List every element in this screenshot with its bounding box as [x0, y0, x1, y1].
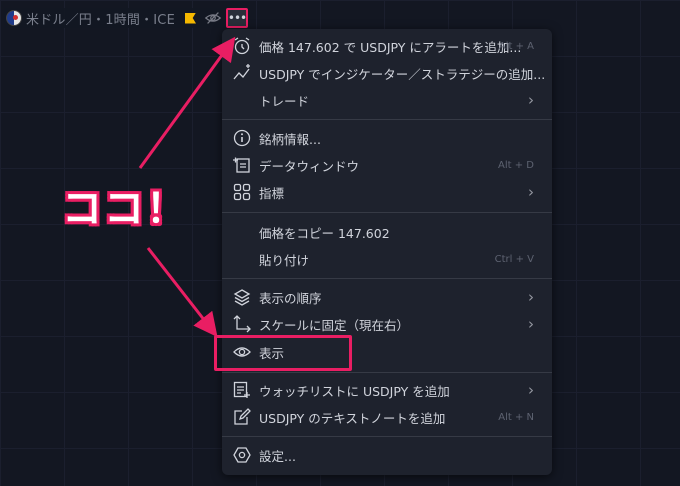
symbol-label[interactable]: 米ドル／円・1時間・ICE — [26, 9, 175, 28]
menu-item-shortcut: Alt + A — [498, 40, 534, 52]
chevron-right-icon: › — [528, 90, 534, 109]
menu-item-label: トレード — [259, 93, 310, 109]
chevron-right-icon: › — [528, 182, 534, 201]
settings-icon — [232, 445, 252, 465]
menu-item-label: 指標 — [259, 185, 285, 201]
menu-divider — [222, 372, 552, 373]
visibility-highlight-box — [214, 335, 352, 371]
chevron-right-icon: › — [528, 380, 534, 399]
flag-marker-icon[interactable] — [185, 12, 196, 24]
menu-item-symbol-info[interactable]: 銘柄情報... — [222, 125, 552, 151]
menu-item-copy-price[interactable]: 価格をコピー 147.602 — [222, 219, 552, 245]
chevron-right-icon: › — [528, 287, 534, 306]
menu-item-label: 価格 147.602 で USDJPY にアラートを追加... — [259, 39, 522, 55]
menu-item-add-alert[interactable]: 価格 147.602 で USDJPY にアラートを追加... Alt + A — [222, 33, 552, 59]
indicator-add-icon — [232, 63, 252, 83]
menu-item-label: USDJPY のテキストノートを追加 — [259, 410, 446, 426]
more-options-button[interactable]: ••• — [226, 8, 248, 28]
menu-item-settings[interactable]: 設定... — [222, 442, 552, 468]
menu-item-indicators[interactable]: 指標 › — [222, 179, 552, 205]
usdjpy-flag-icon — [6, 10, 22, 26]
grid-icon — [232, 182, 252, 202]
scale-pin-icon — [232, 314, 252, 334]
menu-divider — [222, 278, 552, 279]
menu-divider — [222, 436, 552, 437]
menu-divider — [222, 212, 552, 213]
menu-item-label: 表示の順序 — [259, 290, 322, 306]
note-edit-icon — [232, 407, 252, 427]
menu-item-shortcut: Alt + D — [498, 159, 534, 171]
layers-icon — [232, 287, 252, 307]
menu-item-label: USDJPY でインジケーター／ストラテジーの追加... — [259, 66, 546, 82]
menu-item-paste[interactable]: 貼り付け Ctrl + V — [222, 246, 552, 272]
chart-header: 米ドル／円・1時間・ICE ••• — [4, 8, 250, 28]
menu-item-trade[interactable]: トレード › — [222, 87, 552, 113]
menu-item-add-indicator[interactable]: USDJPY でインジケーター／ストラテジーの追加... — [222, 60, 552, 86]
menu-item-shortcut: Alt + N — [498, 411, 534, 423]
alarm-plus-icon — [232, 36, 252, 56]
menu-item-label: 貼り付け — [259, 252, 310, 268]
watchlist-add-icon — [232, 380, 252, 400]
chevron-right-icon: › — [528, 314, 534, 333]
menu-item-visual-order[interactable]: 表示の順序 › — [222, 284, 552, 310]
menu-item-label: 設定... — [259, 448, 296, 464]
menu-item-data-window[interactable]: データウィンドウ Alt + D — [222, 152, 552, 178]
menu-item-label: スケールに固定（現在右） — [259, 317, 410, 333]
context-menu: 価格 147.602 で USDJPY にアラートを追加... Alt + A … — [222, 29, 552, 475]
menu-item-add-note[interactable]: USDJPY のテキストノートを追加 Alt + N — [222, 404, 552, 430]
menu-item-label: データウィンドウ — [259, 158, 360, 174]
data-window-icon — [232, 155, 252, 175]
eye-off-icon[interactable] — [204, 11, 222, 25]
callout-text: ココ！ — [62, 186, 188, 232]
info-icon — [232, 128, 252, 148]
menu-item-label: 銘柄情報... — [259, 131, 321, 147]
menu-item-add-watchlist[interactable]: ウォッチリストに USDJPY を追加 › — [222, 377, 552, 403]
menu-item-label: ウォッチリストに USDJPY を追加 — [259, 383, 450, 399]
menu-item-shortcut: Ctrl + V — [494, 253, 534, 265]
menu-item-pin-scale[interactable]: スケールに固定（現在右） › — [222, 311, 552, 337]
menu-divider — [222, 119, 552, 120]
menu-item-label: 価格をコピー 147.602 — [259, 225, 390, 241]
